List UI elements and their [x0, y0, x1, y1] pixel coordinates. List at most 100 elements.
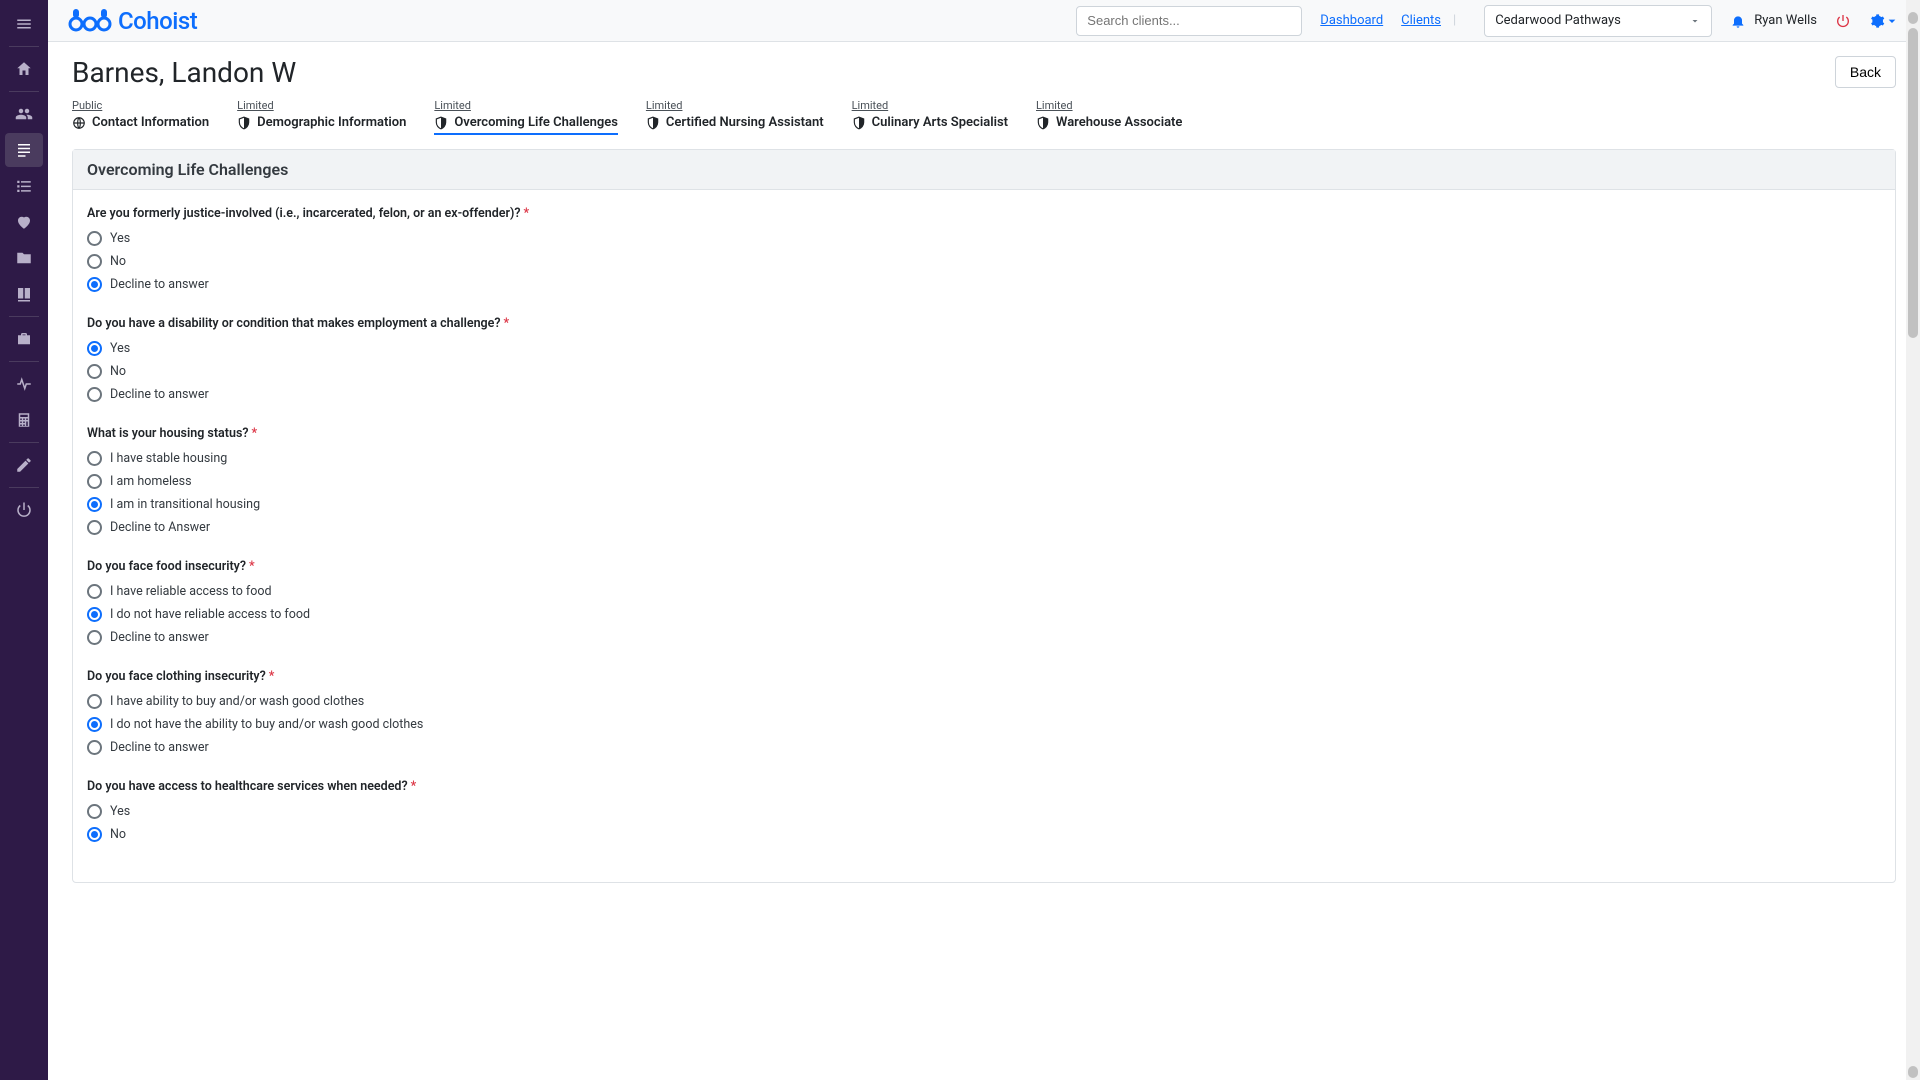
- tab-demographic-information[interactable]: LimitedDemographic Information: [237, 99, 406, 135]
- radio-option[interactable]: Decline to Answer: [87, 516, 1881, 539]
- radio-option[interactable]: I have ability to buy and/or wash good c…: [87, 690, 1881, 713]
- search-input[interactable]: [1076, 6, 1302, 36]
- sidebar-divider: [9, 46, 39, 47]
- tab-label: Certified Nursing Assistant: [666, 115, 824, 130]
- sidebar-favorites[interactable]: [5, 205, 43, 239]
- back-button[interactable]: Back: [1835, 56, 1896, 88]
- sidebar-home[interactable]: [5, 52, 43, 86]
- sidebar-checklist[interactable]: [5, 169, 43, 203]
- list-check-icon: [15, 177, 33, 195]
- nav-dashboard[interactable]: Dashboard: [1320, 13, 1383, 28]
- notifications-button[interactable]: [1730, 13, 1746, 29]
- tab-certified-nursing-assistant[interactable]: Limited Certified Nursing Assistant: [646, 99, 824, 135]
- radio-icon: [87, 584, 102, 599]
- radio-label: I have stable housing: [110, 451, 227, 466]
- power-button[interactable]: [1835, 13, 1851, 29]
- power-icon: [15, 501, 33, 519]
- hamburger-icon: [15, 15, 33, 33]
- radio-option[interactable]: I do not have reliable access to food: [87, 603, 1881, 626]
- brand-name: Cohoist: [118, 7, 197, 35]
- tab-label: Warehouse Associate: [1056, 115, 1182, 130]
- radio-option[interactable]: Decline to answer: [87, 383, 1881, 406]
- radio-option[interactable]: Decline to answer: [87, 273, 1881, 296]
- question: Are you formerly justice-involved (i.e.,…: [87, 206, 1881, 296]
- radio-label: I have reliable access to food: [110, 584, 272, 599]
- tab-warehouse-associate[interactable]: LimitedWarehouse Associate: [1036, 99, 1182, 135]
- panel-body: Are you formerly justice-involved (i.e.,…: [73, 190, 1895, 882]
- sidebar-divider: [9, 316, 39, 317]
- radio-label: No: [110, 827, 126, 842]
- radio-option[interactable]: Yes: [87, 800, 1881, 823]
- sidebar-menu-toggle[interactable]: [5, 7, 43, 41]
- pencil-icon: [15, 456, 33, 474]
- sidebar-logout[interactable]: [5, 493, 43, 527]
- radio-option[interactable]: I have reliable access to food: [87, 580, 1881, 603]
- tab-label: Overcoming Life Challenges: [454, 115, 618, 130]
- radio-option[interactable]: I am homeless: [87, 470, 1881, 493]
- sidebar-calculator[interactable]: [5, 403, 43, 437]
- sidebar-folder[interactable]: [5, 241, 43, 275]
- sidebar-edit[interactable]: [5, 448, 43, 482]
- tab-privacy-label: Limited: [646, 99, 824, 112]
- home-icon: [15, 60, 33, 78]
- radio-option[interactable]: Yes: [87, 337, 1881, 360]
- radio-label: I have ability to buy and/or wash good c…: [110, 694, 364, 709]
- sidebar-activity[interactable]: [5, 367, 43, 401]
- radio-label: Decline to answer: [110, 277, 209, 292]
- radio-icon: [87, 717, 102, 732]
- radio-option[interactable]: Yes: [87, 227, 1881, 250]
- org-selector[interactable]: Cedarwood Pathways: [1484, 5, 1712, 37]
- chevron-down-icon: [1689, 15, 1701, 27]
- radio-icon: [87, 804, 102, 819]
- tab-culinary-arts-specialist[interactable]: LimitedCulinary Arts Specialist: [852, 99, 1008, 135]
- scrollbar-track[interactable]: [1906, 0, 1920, 1080]
- required-indicator: *: [411, 779, 417, 794]
- radio-option[interactable]: I do not have the ability to buy and/or …: [87, 713, 1881, 736]
- radio-label: Decline to answer: [110, 740, 209, 755]
- scrollbar-thumb[interactable]: [1908, 28, 1918, 338]
- radio-icon: [87, 341, 102, 356]
- radio-option[interactable]: I have stable housing: [87, 447, 1881, 470]
- radio-icon: [87, 630, 102, 645]
- radio-option[interactable]: No: [87, 250, 1881, 273]
- question: What is your housing status?* I have stab…: [87, 426, 1881, 539]
- tab-privacy-label: Public: [72, 99, 209, 112]
- settings-button[interactable]: [1869, 13, 1900, 29]
- question: Do you have access to healthcare service…: [87, 779, 1881, 846]
- sidebar-book[interactable]: [5, 277, 43, 311]
- radio-icon: [87, 277, 102, 292]
- sidebar: [0, 0, 48, 1080]
- calculator-icon: [15, 411, 33, 429]
- sidebar-briefcase[interactable]: [5, 322, 43, 356]
- tabs: PublicContact Information LimitedDemograp…: [72, 99, 1896, 135]
- nav-clients[interactable]: Clients: [1401, 13, 1441, 28]
- radio-option[interactable]: No: [87, 823, 1881, 846]
- radio-option[interactable]: No: [87, 360, 1881, 383]
- radio-label: I do not have the ability to buy and/or …: [110, 717, 423, 732]
- sidebar-forms[interactable]: [5, 133, 43, 167]
- pulse-icon: [15, 375, 33, 393]
- main: Cohoist Dashboard Clients | Cedarwood Pa…: [48, 0, 1920, 1080]
- tab-contact-information[interactable]: PublicContact Information: [72, 99, 209, 135]
- question-label: Do you face clothing insecurity?*: [87, 669, 1881, 684]
- book-icon: [15, 285, 33, 303]
- scrollbar-up-arrow[interactable]: [1908, 12, 1918, 24]
- sidebar-divider: [9, 487, 39, 488]
- radio-option[interactable]: I am in transitional housing: [87, 493, 1881, 516]
- bell-icon: [1730, 13, 1746, 29]
- radio-label: No: [110, 364, 126, 379]
- tab-privacy-label: Limited: [852, 99, 1008, 112]
- radio-icon: [87, 474, 102, 489]
- question-label: What is your housing status?*: [87, 426, 1881, 441]
- radio-option[interactable]: Decline to answer: [87, 626, 1881, 649]
- radio-icon: [87, 387, 102, 402]
- content: Barnes, Landon W Back PublicContact Info…: [48, 42, 1920, 1080]
- radio-icon: [87, 451, 102, 466]
- tab-overcoming-life-challenges[interactable]: LimitedOvercoming Life Challenges: [434, 99, 618, 135]
- brand-logo[interactable]: Cohoist: [68, 7, 197, 35]
- sidebar-people[interactable]: [5, 97, 43, 131]
- radio-label: Decline to answer: [110, 387, 209, 402]
- scrollbar-down-arrow[interactable]: [1908, 1066, 1918, 1078]
- radio-option[interactable]: Decline to answer: [87, 736, 1881, 759]
- radio-label: Decline to Answer: [110, 520, 210, 535]
